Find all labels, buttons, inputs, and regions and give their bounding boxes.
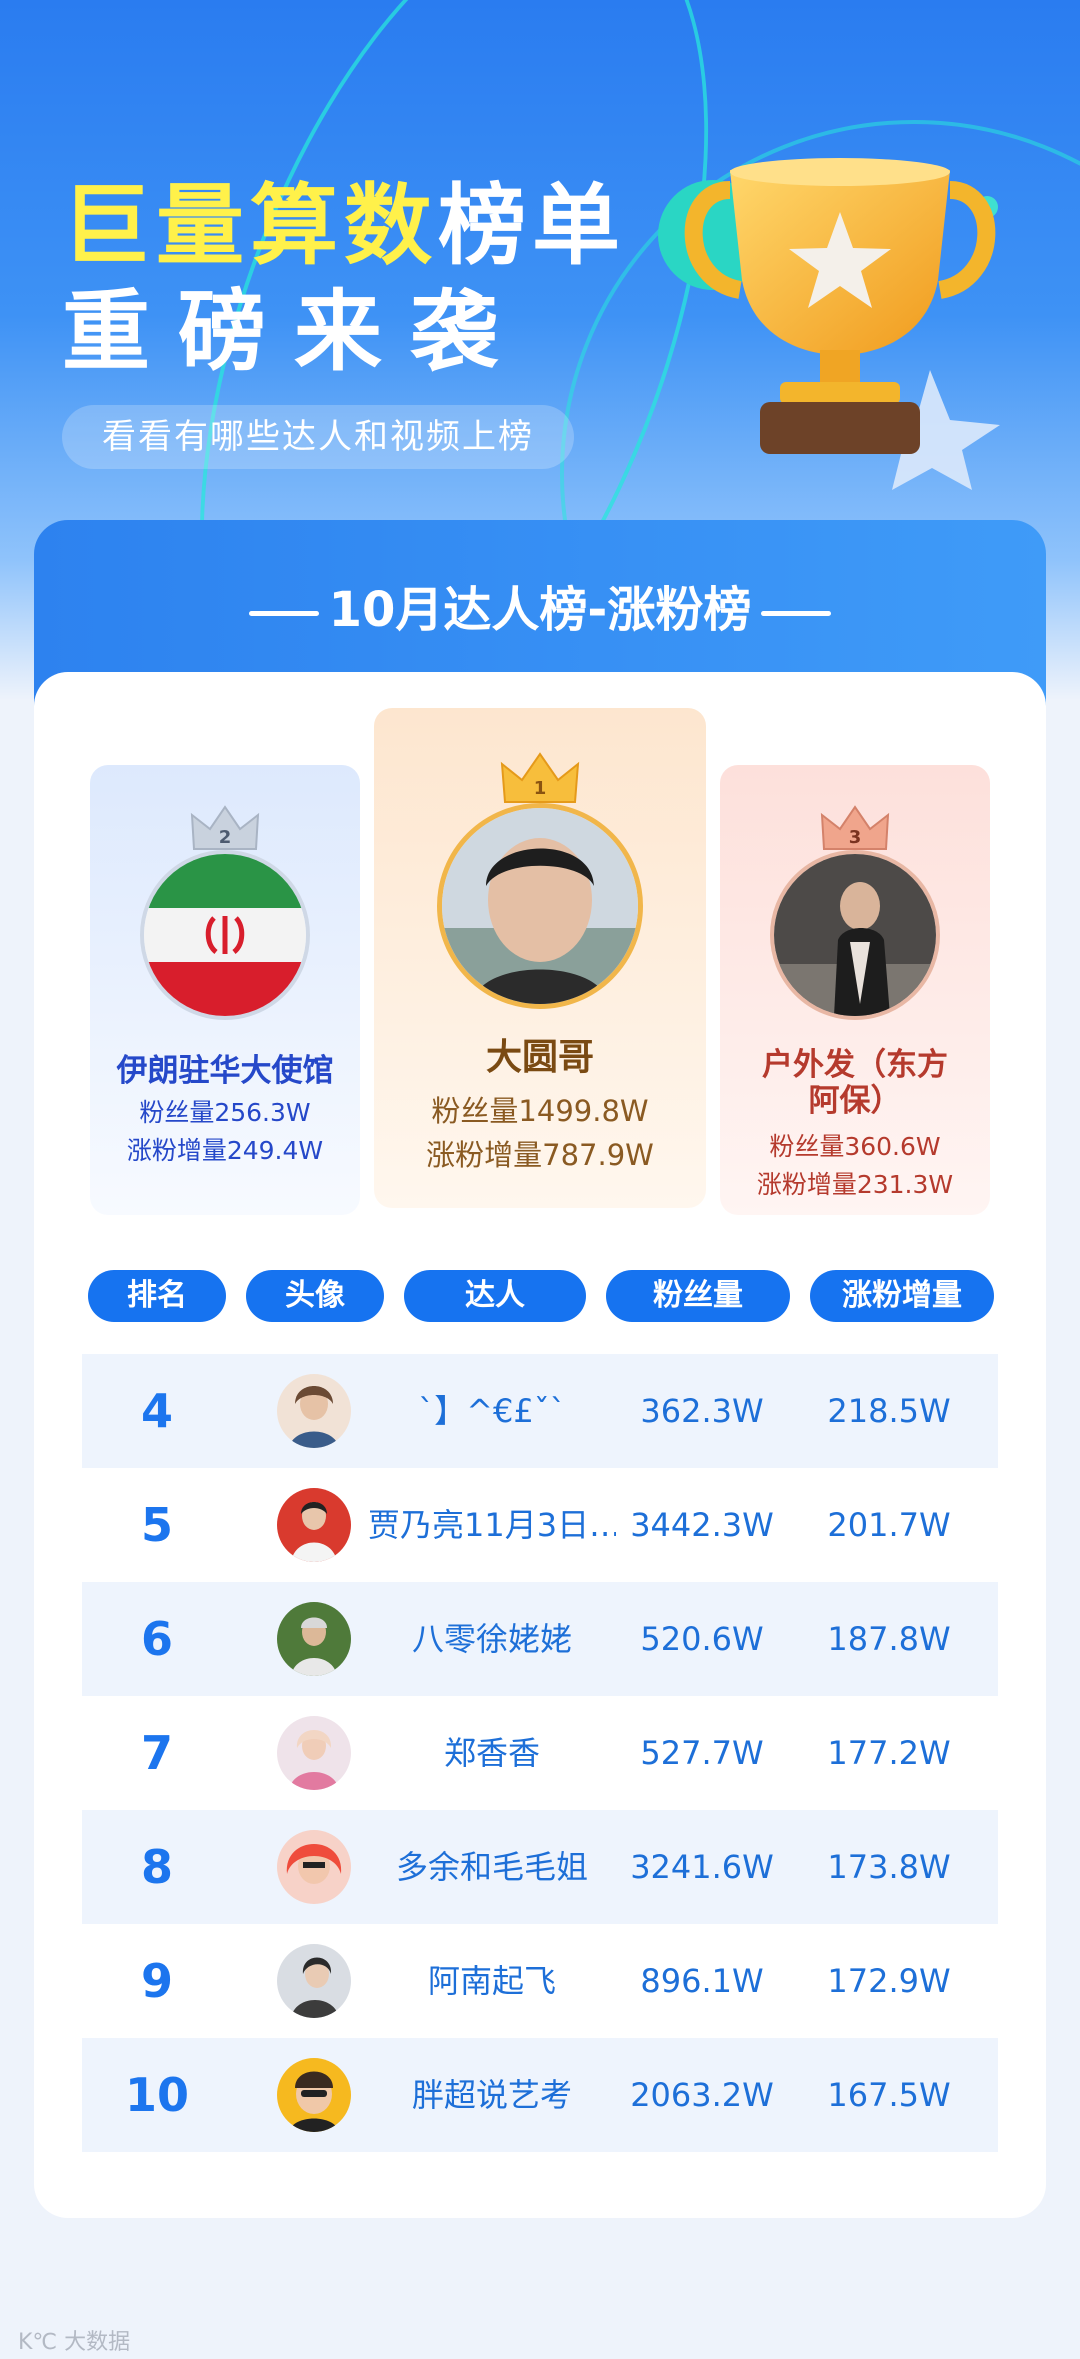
row-rank: 8 bbox=[140, 1840, 173, 1894]
table-row[interactable]: 6 八零徐姥姥 520.6W 187.8W bbox=[82, 1582, 998, 1696]
watermark: K℃ 大数据 bbox=[18, 2330, 131, 2355]
header-rank[interactable]: 排名 bbox=[88, 1270, 226, 1322]
table-row[interactable]: 4 ˋ】^€£ˇˋ 362.3W 218.5W bbox=[82, 1354, 998, 1468]
podium-name: 伊朗驻华大使馆 bbox=[116, 1053, 334, 1089]
hero-title-line2: 重磅来袭 bbox=[62, 280, 527, 383]
row-growth: 187.8W bbox=[827, 1620, 951, 1658]
row-fans: 3442.3W bbox=[630, 1506, 774, 1544]
hero-subtitle: 看看有哪些达人和视频上榜 bbox=[62, 405, 574, 469]
row-name: 八零徐姥姥 bbox=[411, 1620, 572, 1658]
svg-text:3: 3 bbox=[849, 827, 862, 848]
header-avatar[interactable]: 头像 bbox=[246, 1270, 384, 1322]
trophy-icon bbox=[684, 158, 1000, 490]
podium-fans: 粉丝量360.6W bbox=[769, 1132, 941, 1161]
avatar bbox=[277, 2058, 351, 2132]
svg-text:1: 1 bbox=[534, 778, 547, 799]
avatar bbox=[277, 1374, 351, 1448]
table-row[interactable]: 9 阿南起飞 896.1W 172.9W bbox=[82, 1924, 998, 2038]
svg-text:2: 2 bbox=[219, 827, 232, 848]
row-name: 贾乃亮11月3日… bbox=[368, 1506, 616, 1544]
row-fans: 2063.2W bbox=[630, 2076, 774, 2114]
row-rank: 6 bbox=[140, 1612, 173, 1666]
row-fans: 3241.6W bbox=[630, 1848, 774, 1886]
avatar bbox=[277, 1488, 351, 1562]
row-fans: 362.3W bbox=[640, 1392, 764, 1430]
row-growth: 167.5W bbox=[827, 2076, 951, 2114]
bronze-crown-icon: 3 bbox=[820, 805, 890, 850]
silver-crown-icon: 2 bbox=[190, 805, 260, 850]
row-name: 胖超说艺考 bbox=[411, 2076, 572, 2114]
row-name: 阿南起飞 bbox=[427, 1962, 556, 2000]
avatar bbox=[277, 1716, 351, 1790]
row-name: 多余和毛毛姐 bbox=[395, 1848, 588, 1886]
table-row[interactable]: 10 胖超说艺考 2063.2W 167.5W bbox=[82, 2038, 998, 2152]
header-creator[interactable]: 达人 bbox=[404, 1270, 586, 1322]
header-growth[interactable]: 涨粉增量 bbox=[810, 1270, 994, 1322]
row-rank: 10 bbox=[124, 2068, 189, 2122]
avatar-photo bbox=[442, 808, 638, 1004]
podium-rank-2[interactable]: 2 伊朗驻华大使馆 粉丝量256.3W 涨粉增量249.4W bbox=[90, 765, 360, 1215]
row-growth: 177.2W bbox=[827, 1734, 951, 1772]
table-row[interactable]: 8 多余和毛毛姐 3241.6W 173.8W bbox=[82, 1810, 998, 1924]
hero-title: 巨量算数榜单 bbox=[62, 182, 626, 270]
podium-fans: 粉丝量256.3W bbox=[139, 1098, 311, 1127]
podium-fans: 粉丝量1499.8W bbox=[431, 1094, 649, 1128]
row-fans: 896.1W bbox=[640, 1962, 764, 2000]
iran-flag-icon bbox=[144, 854, 306, 1016]
row-name: 郑香香 bbox=[443, 1734, 540, 1772]
avatar bbox=[770, 850, 940, 1020]
avatar bbox=[277, 1602, 351, 1676]
table-row[interactable]: 7 郑香香 527.7W 177.2W bbox=[82, 1696, 998, 1810]
podium-name-line2: 阿保） bbox=[808, 1083, 902, 1119]
row-rank: 5 bbox=[140, 1498, 173, 1552]
row-growth: 201.7W bbox=[827, 1506, 951, 1544]
hero-title-highlight: 巨量算数 bbox=[62, 174, 439, 277]
row-rank: 9 bbox=[140, 1954, 173, 2008]
row-fans: 527.7W bbox=[640, 1734, 764, 1772]
row-fans: 520.6W bbox=[640, 1620, 764, 1658]
podium-growth: 涨粉增量249.4W bbox=[126, 1136, 324, 1165]
table-row[interactable]: 5 贾乃亮11月3日… 3442.3W 201.7W bbox=[82, 1468, 998, 1582]
row-name: ˋ】^€£ˇˋ bbox=[418, 1392, 566, 1430]
row-rank: 4 bbox=[140, 1384, 173, 1438]
row-growth: 173.8W bbox=[827, 1848, 951, 1886]
list-title: 10月达人榜-涨粉榜 bbox=[0, 570, 1080, 640]
avatar bbox=[277, 1830, 351, 1904]
title-dash-right bbox=[761, 610, 832, 616]
row-rank: 7 bbox=[140, 1726, 173, 1780]
podium-name: 大圆哥 bbox=[485, 1037, 594, 1078]
row-growth: 218.5W bbox=[827, 1392, 951, 1430]
header-fans[interactable]: 粉丝量 bbox=[606, 1270, 790, 1322]
avatar bbox=[437, 803, 643, 1009]
avatar-photo bbox=[774, 854, 936, 1016]
podium-rank-1[interactable]: 1 大圆哥 粉丝量1499.8W 涨粉增量787.9W bbox=[374, 708, 706, 1208]
podium-growth: 涨粉增量787.9W bbox=[426, 1138, 654, 1172]
avatar bbox=[140, 850, 310, 1020]
title-dash-left bbox=[248, 610, 319, 616]
podium-rank-3[interactable]: 3 户外发（东方 阿保） 粉丝量360.6W 涨粉增量231.3W bbox=[720, 765, 990, 1215]
gold-crown-icon: 1 bbox=[500, 752, 580, 803]
avatar bbox=[277, 1944, 351, 2018]
row-growth: 172.9W bbox=[827, 1962, 951, 2000]
list-title-text: 10月达人榜-涨粉榜 bbox=[328, 582, 752, 638]
hero-title-rest: 榜单 bbox=[438, 174, 627, 277]
podium-growth: 涨粉增量231.3W bbox=[756, 1170, 954, 1199]
